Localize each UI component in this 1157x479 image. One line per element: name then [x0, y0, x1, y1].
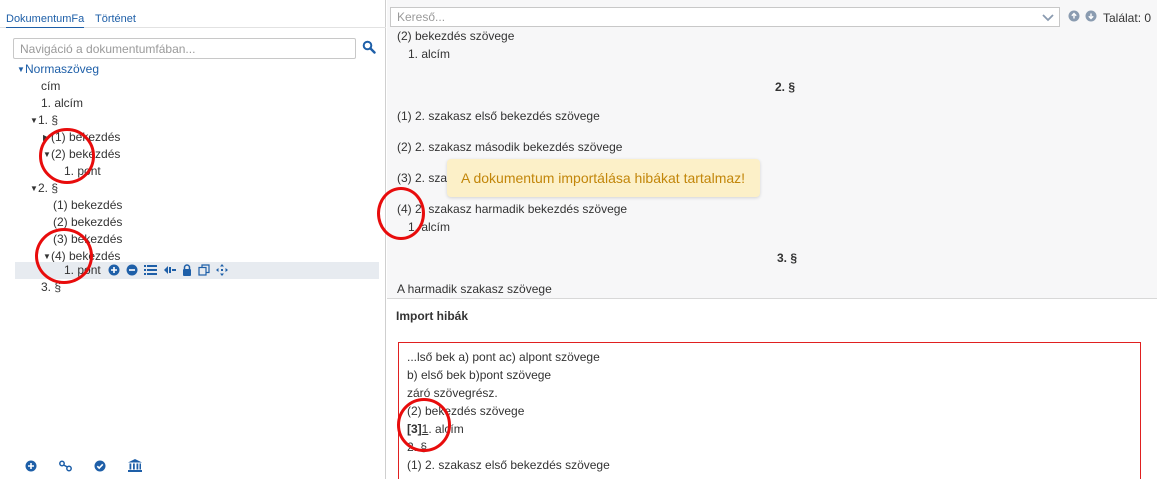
tree-node-label: (1) bekezdés: [51, 130, 121, 144]
move-icon[interactable]: [216, 264, 228, 276]
tree-node-normaszoveg[interactable]: ▼Normaszöveg: [17, 61, 99, 78]
tree-node-label: 2. §: [38, 181, 59, 195]
document-tree-panel: DokumentumFa Történet ▼Normaszöveg cím 1…: [0, 0, 386, 479]
caret-down-icon[interactable]: ▼: [30, 180, 38, 197]
plus-circle-icon[interactable]: [108, 264, 120, 276]
error-line-marked: [3]1. alcím: [407, 422, 464, 436]
caret-down-icon[interactable]: ▼: [43, 146, 51, 163]
tree-node-label: 1. pont: [64, 164, 101, 178]
tree-node-s2-paragraph-3[interactable]: (3) bekezdés: [53, 231, 122, 248]
list-icon[interactable]: [144, 264, 157, 276]
tree-node-label: (2) bekezdés: [51, 147, 121, 161]
hit-count: Találat: 0: [1103, 11, 1152, 25]
chevron-down-icon[interactable]: [1041, 10, 1055, 24]
error-line: (1) 2. szakasz első bekezdés szövege: [407, 458, 610, 472]
tree-node-label: cím: [41, 79, 61, 93]
tree-node-label: Normaszöveg: [25, 62, 100, 76]
document-line: (2) 2. szakasz második bekezdés szövege: [397, 140, 623, 154]
tree-bottom-toolbar: [25, 459, 142, 472]
previous-hit-icon[interactable]: [1068, 10, 1080, 22]
tree-node-label: (3) bekezdés: [53, 232, 123, 246]
next-hit-icon[interactable]: [1085, 10, 1097, 22]
tree-node-label: 1. §: [38, 113, 59, 127]
tree-node-label: (2) bekezdés: [53, 215, 123, 229]
tree-node-s2-paragraph-1[interactable]: (1) bekezdés: [53, 197, 122, 214]
node-action-toolbar: [108, 263, 228, 277]
tree-node-cim[interactable]: cím: [41, 78, 60, 95]
tree-node-point-1[interactable]: 1. pont: [64, 163, 101, 180]
tree-node-s2-paragraph-2[interactable]: (2) bekezdés: [53, 214, 122, 231]
document-section-heading: 3. §: [777, 251, 798, 265]
document-line: (2) bekezdés szövege: [397, 29, 515, 43]
document-view-panel: Találat: 0 (2) bekezdés szövege 1. alcím…: [387, 0, 1157, 479]
lock-icon[interactable]: [182, 264, 192, 276]
tree-search-box: [13, 38, 356, 59]
error-line: b) első bek b)pont szövege: [407, 368, 552, 382]
search-icon[interactable]: [362, 40, 376, 54]
search-toolbar: Találat: 0: [387, 0, 1157, 28]
check-icon[interactable]: [94, 460, 106, 472]
tree-search-input[interactable]: [14, 39, 355, 58]
import-errors-panel: Import hibák ...lső bek a) pont ac) alpo…: [387, 298, 1157, 479]
error-line: (2) bekezdés szövege: [407, 404, 525, 418]
document-line: 1. alcím: [408, 47, 451, 61]
import-errors-title: Import hibák: [396, 309, 469, 323]
document-line: 1. alcím: [408, 220, 451, 234]
tree-node-label: (1) bekezdés: [53, 198, 123, 212]
error-marker: [3]: [407, 422, 422, 436]
link-icon[interactable]: [59, 460, 72, 472]
import-warning-toast: A dokumentum importálása hibákat tartalm…: [447, 159, 760, 197]
tree-node-section-1[interactable]: ▼1. §: [30, 112, 58, 129]
tree-node-label: 1. pont: [64, 263, 101, 277]
document-search-box: [390, 7, 1060, 27]
document-line: (4) 2. szakasz harmadik bekezdés szövege: [397, 202, 628, 216]
tab-tortenet[interactable]: Történet: [95, 13, 136, 25]
tree-node-label: 1. alcím: [41, 96, 84, 110]
tree-node-paragraph-2[interactable]: ▼(2) bekezdés: [43, 146, 120, 163]
caret-down-icon[interactable]: ▼: [30, 112, 38, 129]
caret-down-icon[interactable]: ▼: [17, 61, 25, 78]
tree-node-paragraph-1[interactable]: ▶ (1) bekezdés: [43, 129, 120, 146]
tree-node-alcim[interactable]: 1. alcím: [41, 95, 83, 112]
error-text: . alcím: [428, 422, 464, 436]
minus-circle-icon[interactable]: [126, 264, 138, 276]
tree-node-section-2[interactable]: ▼2. §: [30, 180, 58, 197]
import-errors-box: ...lső bek a) pont ac) alpont szövege b)…: [398, 342, 1141, 479]
tree-node-section-3[interactable]: 3. §: [41, 279, 61, 296]
document-search-input[interactable]: [391, 8, 1031, 26]
tree-node-label: 3. §: [41, 280, 62, 294]
document-section-heading: 2. §: [775, 80, 796, 94]
error-line: záró szövegrész.: [407, 386, 498, 400]
tree-node-label: (4) bekezdés: [51, 249, 121, 263]
document-line: (3) 2. szal: [397, 171, 450, 185]
tab-dokumentumfa[interactable]: DokumentumFa: [6, 13, 85, 28]
institution-icon[interactable]: [128, 459, 142, 472]
reorder-icon[interactable]: [163, 264, 176, 276]
document-line: (1) 2. szakasz első bekezdés szövege: [397, 109, 600, 123]
copy-icon[interactable]: [198, 264, 210, 276]
tab-bar: DokumentumFa Történet: [0, 0, 386, 28]
caret-right-icon[interactable]: ▶: [43, 129, 51, 146]
error-line: 2. §: [407, 440, 428, 454]
document-line: A harmadik szakasz szövege: [397, 282, 552, 296]
add-icon[interactable]: [25, 460, 37, 472]
error-line: ...lső bek a) pont ac) alpont szövege: [407, 350, 600, 364]
